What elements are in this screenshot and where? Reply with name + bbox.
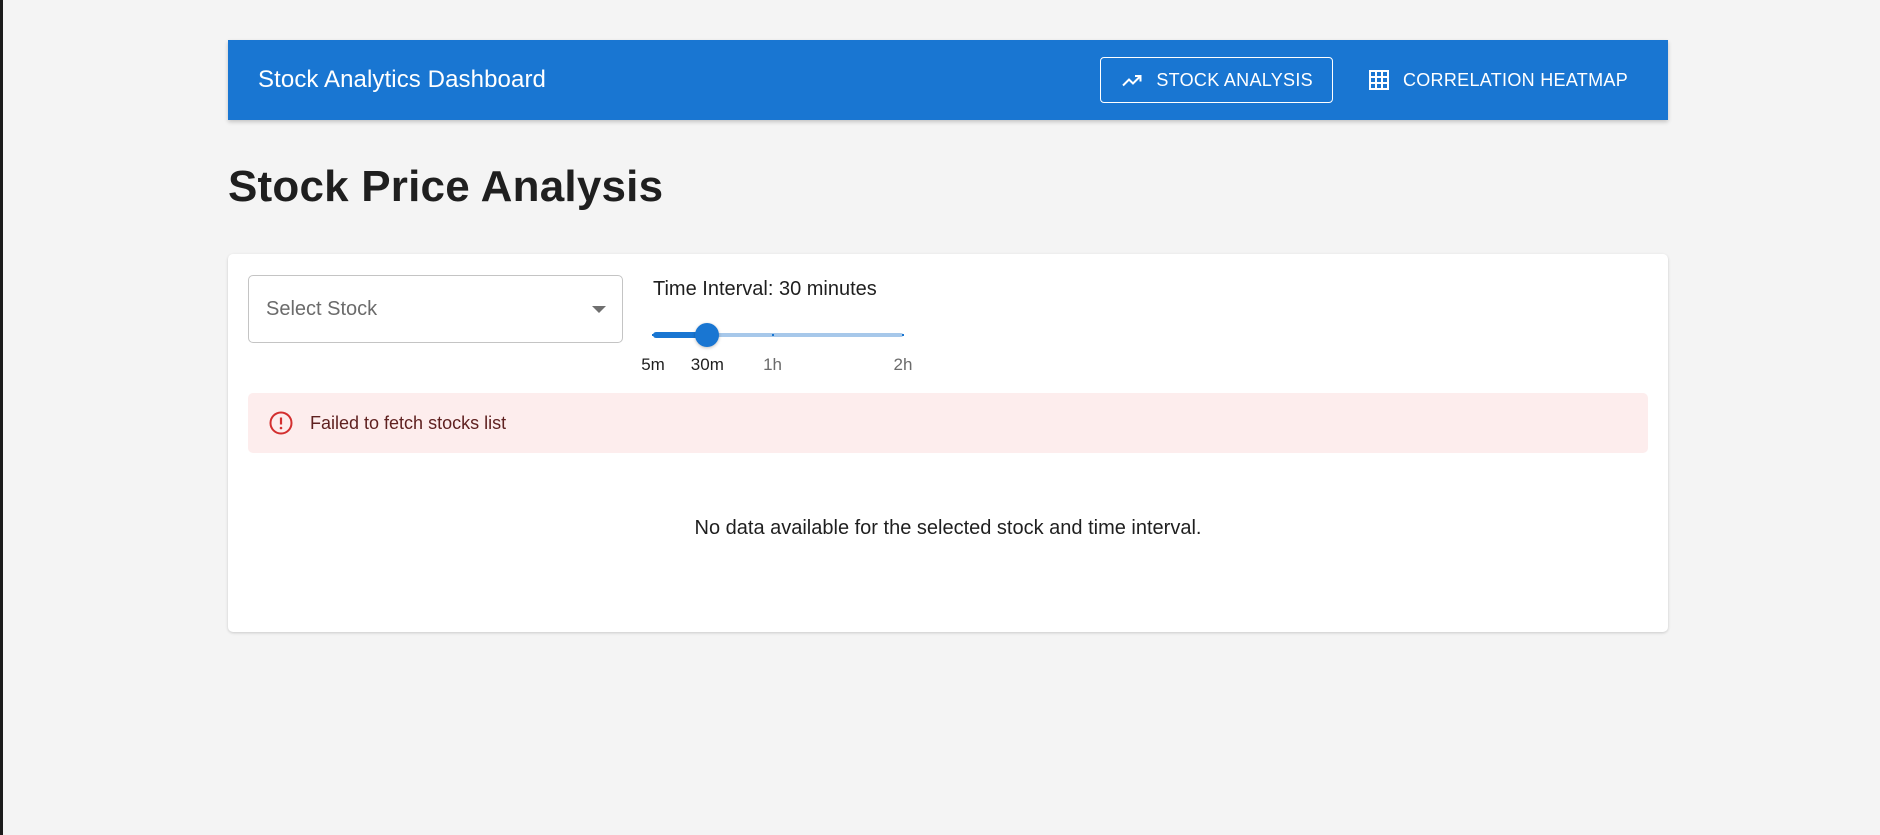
slider-mark (771, 334, 774, 336)
slider-mark-label: 5m (641, 355, 665, 374)
time-interval-slider[interactable] (652, 323, 904, 347)
stock-select[interactable]: Select Stock (248, 275, 623, 343)
analysis-card: Select Stock Time Interval: 30 minutes 5… (228, 254, 1668, 632)
error-alert: Failed to fetch stocks list (248, 393, 1648, 453)
time-interval-label: Time Interval: 30 minutes (653, 278, 877, 300)
page-title: Stock Price Analysis (228, 162, 664, 211)
nav-stock-analysis-label: STOCK ANALYSIS (1156, 69, 1313, 90)
main-nav: STOCK ANALYSIS CORRELATION HEATMAP (1100, 57, 1648, 103)
window-edge (0, 0, 3, 835)
controls-row: Select Stock Time Interval: 30 minutes 5… (248, 275, 1648, 375)
slider-mark-labels: 5m 30m 1h 2h (641, 355, 923, 375)
stock-select-placeholder: Select Stock (266, 297, 378, 320)
slider-thumb[interactable] (695, 323, 720, 347)
nav-correlation-heatmap-label: CORRELATION HEATMAP (1402, 69, 1628, 90)
nav-stock-analysis-button[interactable]: STOCK ANALYSIS (1100, 57, 1333, 103)
slider-mark (652, 334, 654, 336)
time-interval-control: Time Interval: 30 minutes 5m 30m 1h 2h (641, 275, 923, 375)
app-bar: Stock Analytics Dashboard STOCK ANALYSIS… (228, 40, 1668, 120)
trending-up-icon (1120, 68, 1144, 92)
empty-state-message: No data available for the selected stock… (694, 517, 1202, 539)
grid-icon (1367, 68, 1391, 92)
slider-mark-label: 30m (690, 355, 724, 374)
slider-mark (902, 334, 904, 336)
error-alert-message: Failed to fetch stocks list (310, 412, 507, 433)
chevron-down-icon (592, 305, 606, 313)
slider-mark-label: 2h (893, 355, 913, 374)
error-outline-icon (268, 410, 294, 436)
app-container: Stock Analytics Dashboard STOCK ANALYSIS… (228, 40, 1668, 632)
app-title: Stock Analytics Dashboard (258, 66, 546, 93)
nav-correlation-heatmap-button[interactable]: CORRELATION HEATMAP (1347, 57, 1648, 103)
slider-mark-label: 1h (763, 355, 783, 374)
